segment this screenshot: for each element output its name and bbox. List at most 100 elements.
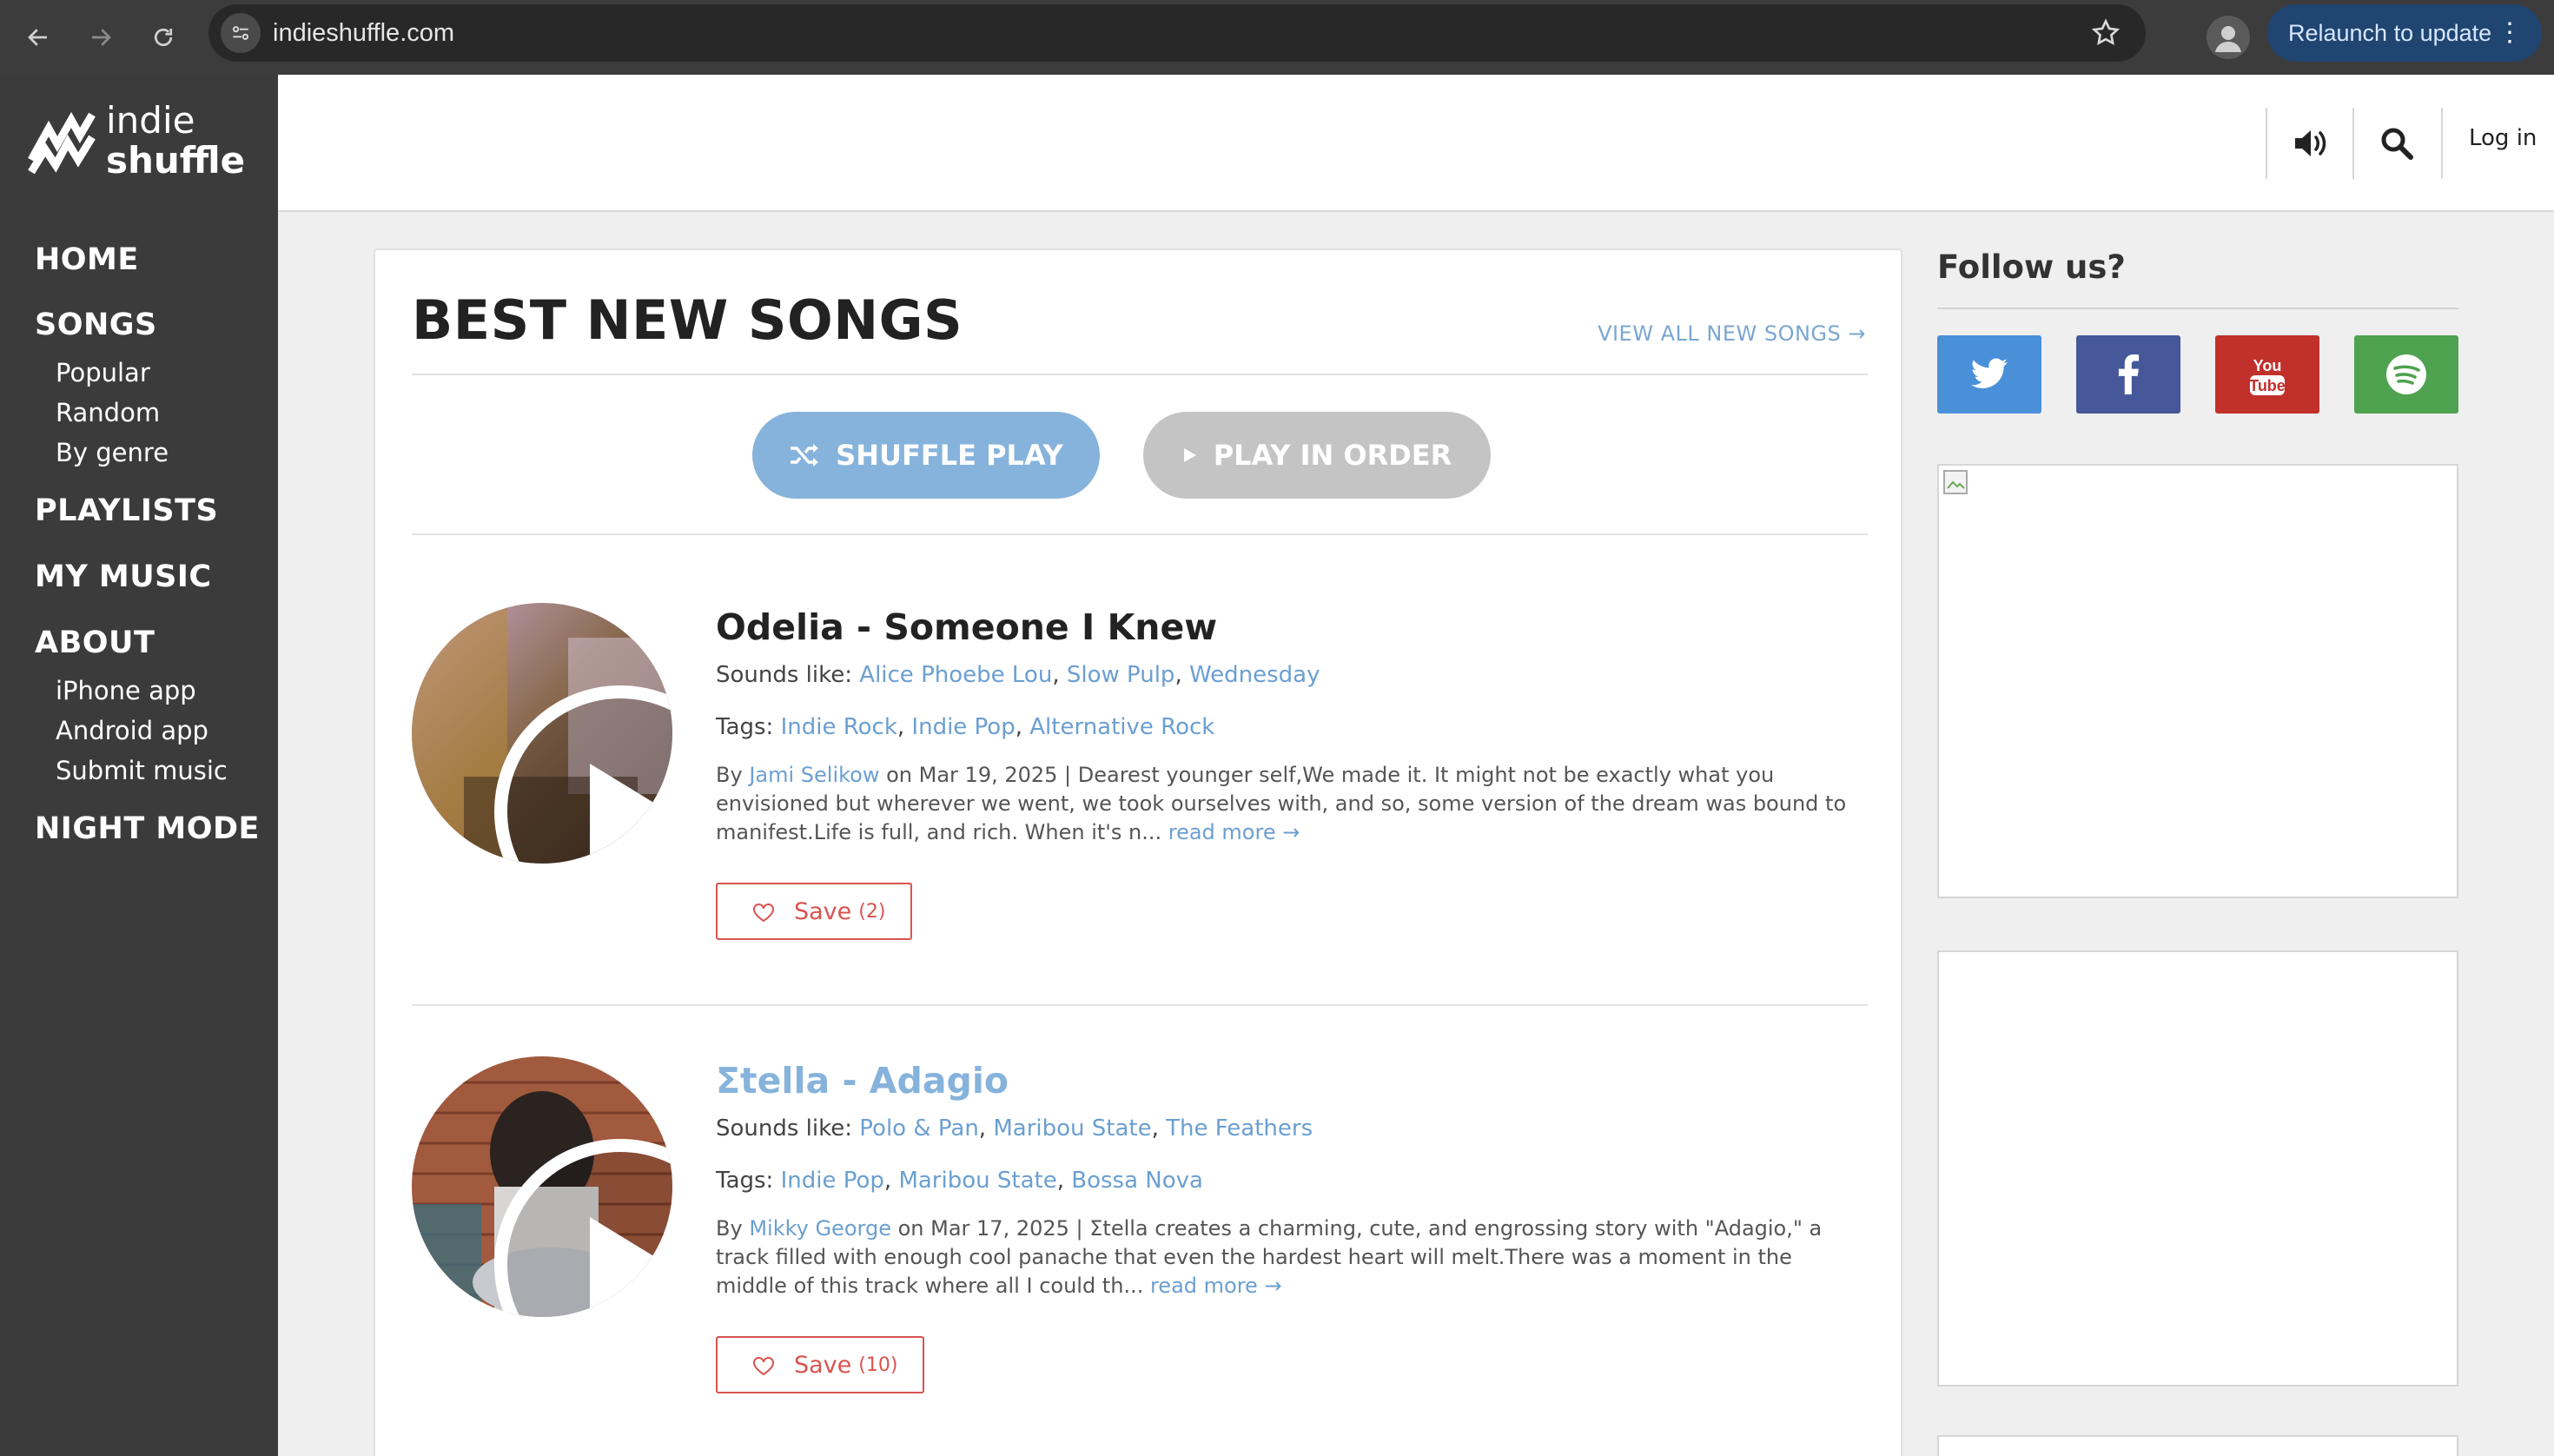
sounds-like-link[interactable]: The Feathers xyxy=(1166,1115,1313,1142)
address-bar[interactable]: indieshuffle.com xyxy=(208,4,2146,62)
play-in-order-button[interactable]: PLAY IN ORDER xyxy=(1143,412,1491,499)
facebook-icon xyxy=(2118,354,2140,394)
sidebar-item-iphone-app[interactable]: iPhone app xyxy=(56,676,196,705)
sidebar-item-my-music[interactable]: MY MUSIC xyxy=(35,559,212,594)
divider xyxy=(412,374,1868,375)
sidebar-item-popular[interactable]: Popular xyxy=(56,358,150,387)
page-title: BEST NEW SONGS xyxy=(412,288,963,352)
sidebar-item-playlists[interactable]: PLAYLISTS xyxy=(35,493,218,528)
sounds-like-link[interactable]: Alice Phoebe Lou xyxy=(859,662,1052,688)
header-divider xyxy=(2352,108,2354,179)
sidebar-item-by-genre[interactable]: By genre xyxy=(56,438,169,467)
logo-line-indie: indie xyxy=(106,99,195,142)
shuffle-play-button[interactable]: SHUFFLE PLAY xyxy=(752,412,1100,499)
arrow-right-icon xyxy=(92,29,111,46)
divider xyxy=(412,1004,1868,1006)
play-circle-icon[interactable] xyxy=(490,681,672,864)
profile-avatar[interactable] xyxy=(2207,16,2250,59)
relaunch-label: Relaunch to update xyxy=(2288,20,2492,46)
spotify-button[interactable] xyxy=(2354,335,2458,414)
bookmark-star-icon[interactable] xyxy=(2090,17,2121,49)
search-button[interactable] xyxy=(2372,118,2422,169)
save-count: (2) xyxy=(858,900,886,923)
heart-icon xyxy=(753,1357,774,1376)
back-button[interactable] xyxy=(16,15,61,60)
site-logo[interactable]: indie shuffle xyxy=(0,75,278,212)
logo-line-shuffle: shuffle xyxy=(106,139,246,182)
shuffle-play-label: SHUFFLE PLAY xyxy=(836,439,1063,472)
sidebar-item-submit-music[interactable]: Submit music xyxy=(56,756,228,785)
divider xyxy=(1937,308,2458,309)
save-button[interactable]: Save (2) xyxy=(716,883,912,940)
sidebar-item-android-app[interactable]: Android app xyxy=(56,716,208,745)
sidebar-nav: HOME SONGS Popular Random By genre PLAYL… xyxy=(0,212,278,1456)
tags-line: Tags: Indie Pop, Maribou State, Bossa No… xyxy=(716,1168,1203,1194)
sounds-like-link[interactable]: Wednesday xyxy=(1189,662,1320,688)
site-info-icon[interactable] xyxy=(221,13,261,53)
best-new-songs-card: BEST NEW SONGS VIEW ALL NEW SONGS → SHUF… xyxy=(374,248,1902,1456)
tag-link[interactable]: Indie Rock xyxy=(781,714,897,740)
volume-button[interactable] xyxy=(2286,118,2337,169)
song-title-link[interactable]: Σtella - Adagio xyxy=(716,1060,1009,1102)
author-link[interactable]: Jami Selikow xyxy=(749,763,879,787)
broken-image-icon xyxy=(1943,470,1968,494)
youtube-button[interactable]: You Tube xyxy=(2215,335,2319,414)
save-button[interactable]: Save (10) xyxy=(716,1336,924,1393)
sounds-like-label: Sounds like: xyxy=(716,662,853,688)
facebook-button[interactable] xyxy=(2076,335,2180,414)
sounds-like-line: Sounds like: Alice Phoebe Lou, Slow Pulp… xyxy=(716,662,1320,688)
sidebar-item-home[interactable]: HOME xyxy=(35,242,139,277)
song-item: Odelia - Someone I Knew Sounds like: Ali… xyxy=(412,603,1868,968)
song-description: By Mikky George on Mar 17, 2025 | Σtella… xyxy=(716,1214,1863,1300)
play-circle-icon[interactable] xyxy=(490,1135,672,1317)
sounds-like-label: Sounds like: xyxy=(716,1115,853,1142)
read-more-link[interactable]: read more → xyxy=(1150,1274,1282,1298)
ad-slot[interactable] xyxy=(1937,950,2458,1387)
save-label: Save xyxy=(794,897,852,925)
save-count: (10) xyxy=(858,1353,898,1376)
youtube-text-you: You xyxy=(2253,357,2282,374)
sidebar-item-about[interactable]: ABOUT xyxy=(35,625,155,660)
sidebar-item-songs[interactable]: SONGS xyxy=(35,308,157,342)
view-all-new-songs-link[interactable]: VIEW ALL NEW SONGS → xyxy=(1598,321,1866,346)
shuffle-logo-icon xyxy=(28,111,96,174)
url-text[interactable]: indieshuffle.com xyxy=(273,4,454,62)
tag-link[interactable]: Alternative Rock xyxy=(1029,714,1214,740)
volume-icon xyxy=(2295,130,2326,156)
tag-link[interactable]: Maribou State xyxy=(898,1168,1056,1194)
author-link[interactable]: Mikky George xyxy=(749,1216,891,1241)
reload-button[interactable] xyxy=(141,15,186,60)
tag-link[interactable]: Indie Pop xyxy=(781,1168,884,1194)
tags-label: Tags: xyxy=(716,714,774,740)
sidebar-item-night-mode[interactable]: NIGHT MODE xyxy=(35,811,260,846)
sounds-like-link[interactable]: Slow Pulp xyxy=(1067,662,1175,688)
by-label: By xyxy=(716,1216,743,1241)
browser-menu-icon[interactable]: ⋮ xyxy=(2497,4,2523,62)
heart-icon xyxy=(753,903,774,923)
song-artwork[interactable] xyxy=(412,603,672,864)
by-label: By xyxy=(716,763,743,787)
browser-toolbar: indieshuffle.com Relaunch to update ⋮ xyxy=(0,0,2554,75)
read-more-link[interactable]: read more → xyxy=(1168,820,1300,844)
sounds-like-link[interactable]: Polo & Pan xyxy=(859,1115,979,1142)
search-icon xyxy=(2381,128,2413,160)
song-title-link[interactable]: Odelia - Someone I Knew xyxy=(716,606,1217,648)
ad-slot[interactable] xyxy=(1937,464,2458,898)
arrow-left-icon xyxy=(28,29,47,46)
login-link[interactable]: Log in xyxy=(2469,125,2537,151)
twitter-icon xyxy=(1971,358,2008,389)
tag-link[interactable]: Indie Pop xyxy=(911,714,1015,740)
logo-text: indie shuffle xyxy=(106,101,245,181)
twitter-button[interactable] xyxy=(1937,335,2041,414)
ad-slot[interactable] xyxy=(1937,1435,2458,1456)
song-artwork[interactable] xyxy=(412,1056,672,1317)
play-in-order-label: PLAY IN ORDER xyxy=(1213,439,1452,472)
play-triangle-icon xyxy=(1183,448,1196,462)
divider xyxy=(412,533,1868,535)
sidebar-item-random[interactable]: Random xyxy=(56,398,160,427)
tag-link[interactable]: Bossa Nova xyxy=(1071,1168,1203,1194)
sounds-like-link[interactable]: Maribou State xyxy=(993,1115,1151,1142)
forward-button[interactable] xyxy=(78,15,123,60)
song-description: By Jami Selikow on Mar 19, 2025 | Deares… xyxy=(716,761,1863,847)
relaunch-to-update-button[interactable]: Relaunch to update ⋮ xyxy=(2267,4,2542,62)
